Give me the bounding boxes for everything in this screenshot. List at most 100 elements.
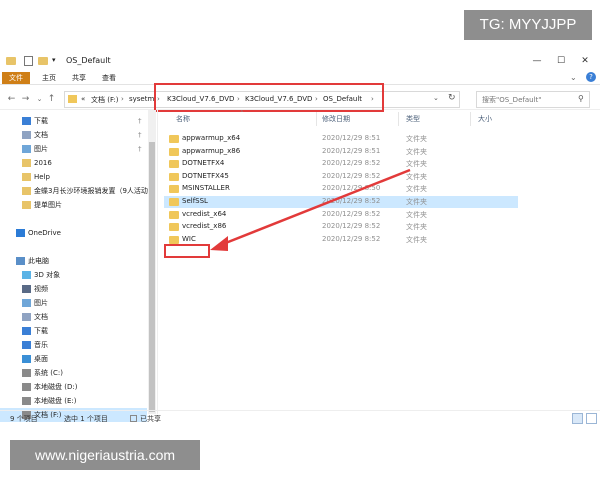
- onedrive-icon: [16, 229, 25, 237]
- minimize-button[interactable]: —: [530, 54, 544, 68]
- sidebar-item-label: 系统 (C:): [34, 369, 63, 377]
- sidebar-item-label: 音乐: [34, 341, 48, 349]
- share-state: 已共享: [140, 415, 161, 423]
- explorer-window: ▾ OS_Default — ☐ ✕ 文件 主页 共享 查看 ⌄ ? ← → ⌄…: [0, 52, 600, 426]
- maximize-button[interactable]: ☐: [554, 54, 568, 68]
- pictures-icon: [22, 299, 31, 307]
- refresh-icon[interactable]: ↻: [448, 93, 456, 103]
- file-name: appwarmup_x86: [182, 146, 241, 155]
- sort-indicator-icon: ˄: [240, 110, 244, 118]
- forward-arrow-icon[interactable]: →: [20, 93, 31, 105]
- folder-icon: [169, 235, 179, 244]
- column-type[interactable]: 类型: [406, 114, 420, 124]
- column-headers: ˄ 名称 修改日期 类型 大小: [158, 110, 600, 126]
- pin-icon[interactable]: †: [138, 114, 142, 128]
- recent-dropdown-icon[interactable]: ⌄: [34, 93, 45, 105]
- file-type: 文件夹: [406, 147, 427, 156]
- sidebar-item-label: 金蝶3月长沙环境报销发置（9人活动: [34, 187, 148, 195]
- tab-file[interactable]: 文件: [2, 72, 30, 84]
- close-button[interactable]: ✕: [578, 54, 592, 68]
- sidebar-item[interactable]: Help: [0, 170, 147, 184]
- column-divider[interactable]: [398, 112, 399, 126]
- properties-icon[interactable]: [24, 56, 33, 66]
- tab-share[interactable]: 共享: [66, 72, 92, 84]
- sidebar-item[interactable]: 金蝶3月长沙环境报销发置（9人活动: [0, 184, 148, 198]
- sidebar-item[interactable]: 文档 †: [0, 128, 147, 142]
- breadcrumb-sysetm[interactable]: sysetm: [129, 95, 154, 103]
- sidebar-item[interactable]: 此电脑: [0, 254, 147, 268]
- quick-access-dropdown-icon[interactable]: ▾: [52, 56, 56, 64]
- folder-icon: [169, 135, 179, 143]
- sidebar-item[interactable]: 本地磁盘 (E:): [0, 394, 147, 408]
- share-icon: [130, 415, 137, 422]
- column-date[interactable]: 修改日期: [322, 114, 350, 124]
- folder-icon: [169, 160, 179, 169]
- sidebar-item[interactable]: 下载 †: [0, 114, 147, 128]
- download-icon: [22, 117, 31, 125]
- ribbon-expand-icon[interactable]: ⌄: [570, 73, 577, 82]
- sidebar-item[interactable]: 提单图片: [0, 198, 147, 212]
- search-icon[interactable]: ⚲: [578, 94, 584, 103]
- pictures-icon: [22, 145, 31, 153]
- new-folder-icon[interactable]: [38, 57, 48, 65]
- large-icons-view-icon[interactable]: [586, 413, 597, 424]
- sidebar-item-label: 本地磁盘 (D:): [34, 383, 78, 391]
- sidebar-scrollbar-thumb[interactable]: [149, 142, 155, 412]
- sidebar-item[interactable]: 本地磁盘 (D:): [0, 380, 147, 394]
- sidebar-item[interactable]: 图片 †: [0, 142, 147, 156]
- column-divider[interactable]: [316, 112, 317, 126]
- documents-icon: [22, 131, 31, 139]
- sidebar-item[interactable]: 视频: [0, 282, 147, 296]
- pin-icon[interactable]: †: [138, 142, 142, 156]
- tab-home[interactable]: 主页: [36, 72, 62, 84]
- 3d-objects-icon: [22, 271, 31, 279]
- tab-view[interactable]: 查看: [96, 72, 122, 84]
- folder-icon: [68, 95, 77, 103]
- sidebar-item[interactable]: 2016: [0, 156, 147, 170]
- folder-icon: [169, 172, 179, 181]
- sidebar-item-label: 2016: [34, 159, 52, 167]
- sidebar-item: [0, 240, 147, 254]
- title-bar: ▾ OS_Default — ☐ ✕: [0, 52, 600, 70]
- back-arrow-icon[interactable]: ←: [6, 93, 17, 105]
- watermark-top: TG: MYYJJPP: [464, 10, 592, 40]
- breadcrumb-separator-icon: ›: [121, 95, 124, 103]
- file-date: 2020/12/29 8:51: [322, 134, 381, 142]
- sidebar-item[interactable]: OneDrive: [0, 226, 147, 240]
- help-icon[interactable]: ?: [586, 72, 596, 82]
- folder-icon: [169, 147, 179, 156]
- up-arrow-icon[interactable]: ↑: [46, 93, 57, 105]
- pin-icon[interactable]: †: [138, 128, 142, 142]
- video-icon: [22, 285, 31, 293]
- sidebar-item-label: 桌面: [34, 355, 48, 363]
- selected-count: 选中 1 个项目: [64, 415, 108, 423]
- sidebar-item[interactable]: 3D 对象: [0, 268, 147, 282]
- sidebar-item-label: 文档: [34, 313, 48, 321]
- details-view-icon[interactable]: [572, 413, 583, 424]
- sidebar-item[interactable]: 图片: [0, 296, 147, 310]
- this-pc-icon: [16, 257, 25, 265]
- item-count: 9 个项目: [10, 415, 38, 423]
- documents-icon: [22, 313, 31, 321]
- folder-icon: [22, 201, 31, 209]
- file-row[interactable]: appwarmup_x86 2020/12/29 8:51 文件夹: [164, 146, 518, 158]
- sidebar-item[interactable]: 文档: [0, 310, 147, 324]
- column-size[interactable]: 大小: [478, 114, 492, 124]
- breadcrumb-overflow[interactable]: «: [81, 95, 85, 103]
- address-dropdown-icon[interactable]: ⌄: [433, 94, 439, 102]
- sidebar-item[interactable]: 下载: [0, 324, 147, 338]
- column-divider[interactable]: [470, 112, 471, 126]
- music-icon: [22, 341, 31, 349]
- sidebar-item[interactable]: 桌面: [0, 352, 147, 366]
- breadcrumb-drive-f[interactable]: 文档 (F:): [91, 95, 119, 105]
- drive-icon: [22, 383, 31, 391]
- column-name[interactable]: 名称: [176, 114, 190, 124]
- file-row[interactable]: appwarmup_x64 2020/12/29 8:51 文件夹: [164, 133, 518, 145]
- sidebar-item-label: 提单图片: [34, 201, 62, 209]
- sidebar-item[interactable]: 系统 (C:): [0, 366, 147, 380]
- sidebar-item[interactable]: 音乐: [0, 338, 147, 352]
- search-input[interactable]: 搜索"OS_Default": [476, 91, 590, 108]
- sidebar-item-label: Help: [34, 173, 50, 181]
- folder-icon: [169, 198, 179, 206]
- file-type: 文件夹: [406, 135, 427, 143]
